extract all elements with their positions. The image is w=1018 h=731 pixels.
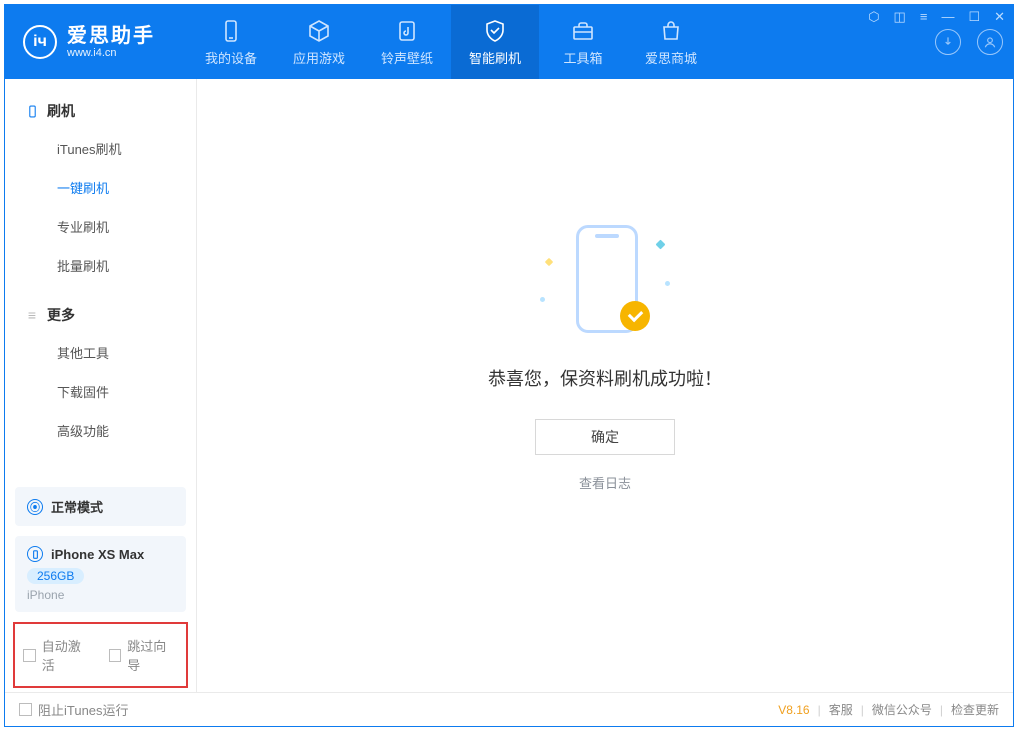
titlebar: ⬡ ◫ ≡ — ☐ ✕ iч 爱思助手 www.i4.cn 我的设备 应用游戏 (5, 5, 1013, 79)
sidebar-item-itunes-flash[interactable]: iTunes刷机 (5, 129, 196, 168)
success-illustration (540, 219, 670, 339)
block-itunes-checkbox[interactable]: 阻止iTunes运行 (19, 700, 129, 719)
close-button[interactable]: ✕ (992, 7, 1007, 27)
nav-label: 铃声壁纸 (381, 48, 433, 67)
checkbox-label: 阻止iTunes运行 (38, 700, 129, 719)
view-log-link[interactable]: 查看日志 (579, 473, 631, 492)
sidebar-item-one-click-flash[interactable]: 一键刷机 (5, 168, 196, 207)
nav-smart-flash[interactable]: 智能刷机 (451, 5, 539, 79)
feedback-icon[interactable]: ⬡ (866, 7, 881, 27)
version-label: V8.16 (778, 703, 809, 717)
logo-icon: iч (23, 25, 57, 59)
sidebar-item-other-tools[interactable]: 其他工具 (5, 333, 196, 372)
nav-ringtones-wallpapers[interactable]: 铃声壁纸 (363, 5, 451, 79)
nav-store[interactable]: 爱思商城 (627, 5, 715, 79)
checkbox-icon (23, 649, 36, 662)
music-icon (394, 18, 420, 44)
account-button[interactable] (977, 29, 1003, 55)
mode-label: 正常模式 (51, 497, 103, 516)
device-storage: 256GB (27, 568, 84, 584)
sidebar-item-download-firmware[interactable]: 下载固件 (5, 372, 196, 411)
list-icon: ≡ (25, 308, 39, 322)
device-name: iPhone XS Max (51, 547, 144, 562)
checkbox-label: 自动激活 (42, 636, 93, 674)
checkbox-label: 跳过向导 (127, 636, 178, 674)
device-icon (218, 18, 244, 44)
bag-icon (658, 18, 684, 44)
maximize-button[interactable]: ☐ (966, 7, 982, 27)
app-logo: iч 爱思助手 www.i4.cn (5, 5, 173, 79)
mode-panel[interactable]: ⦿ 正常模式 (15, 487, 186, 526)
sidebar-group-more: ≡ 更多 (5, 297, 196, 333)
check-update-link[interactable]: 检查更新 (951, 701, 999, 718)
flash-options-highlight: 自动激活 跳过向导 (13, 622, 188, 688)
toolbox-icon (570, 18, 596, 44)
status-bar: 阻止iTunes运行 V8.16 | 客服 | 微信公众号 | 检查更新 (5, 692, 1013, 726)
menu-icon[interactable]: ≡ (918, 7, 930, 27)
nav-my-device[interactable]: 我的设备 (187, 5, 275, 79)
sidebar-group-title: 刷机 (47, 101, 75, 121)
sidebar-item-batch-flash[interactable]: 批量刷机 (5, 246, 196, 285)
nav-label: 我的设备 (205, 48, 257, 67)
skip-guide-checkbox[interactable]: 跳过向导 (109, 636, 179, 674)
skin-icon[interactable]: ◫ (892, 7, 908, 27)
sidebar-item-pro-flash[interactable]: 专业刷机 (5, 207, 196, 246)
sidebar: 刷机 iTunes刷机 一键刷机 专业刷机 批量刷机 ≡ 更多 其他工具 下载固… (5, 79, 197, 692)
sidebar-item-advanced[interactable]: 高级功能 (5, 411, 196, 450)
sidebar-group-title: 更多 (47, 305, 75, 325)
minimize-button[interactable]: — (939, 7, 956, 27)
app-url: www.i4.cn (67, 47, 155, 59)
window-controls: ⬡ ◫ ≡ — ☐ ✕ (866, 7, 1007, 27)
nav-apps-games[interactable]: 应用游戏 (275, 5, 363, 79)
top-nav: 我的设备 应用游戏 铃声壁纸 智能刷机 工具箱 爱思商城 (187, 5, 715, 79)
shield-icon (482, 18, 508, 44)
nav-toolbox[interactable]: 工具箱 (539, 5, 627, 79)
download-manager-button[interactable] (935, 29, 961, 55)
nav-label: 爱思商城 (645, 48, 697, 67)
device-type: iPhone (27, 588, 174, 602)
auto-activate-checkbox[interactable]: 自动激活 (23, 636, 93, 674)
app-name: 爱思助手 (67, 25, 155, 47)
check-badge-icon (620, 301, 650, 331)
checkbox-icon (109, 649, 122, 662)
ok-button[interactable]: 确定 (535, 419, 675, 455)
success-message: 恭喜您，保资料刷机成功啦！ (488, 365, 722, 391)
nav-label: 工具箱 (563, 48, 602, 67)
wechat-link[interactable]: 微信公众号 (872, 701, 932, 718)
nav-label: 智能刷机 (469, 48, 521, 67)
sidebar-group-flash: 刷机 (5, 93, 196, 129)
checkbox-icon (19, 703, 32, 716)
mode-icon: ⦿ (27, 499, 43, 515)
phone-icon (25, 104, 39, 118)
nav-label: 应用游戏 (293, 48, 345, 67)
cube-icon (306, 18, 332, 44)
device-panel[interactable]: iPhone XS Max 256GB iPhone (15, 536, 186, 612)
main-content: 恭喜您，保资料刷机成功啦！ 确定 查看日志 (197, 79, 1013, 692)
device-small-icon (27, 546, 43, 562)
support-link[interactable]: 客服 (829, 701, 853, 718)
